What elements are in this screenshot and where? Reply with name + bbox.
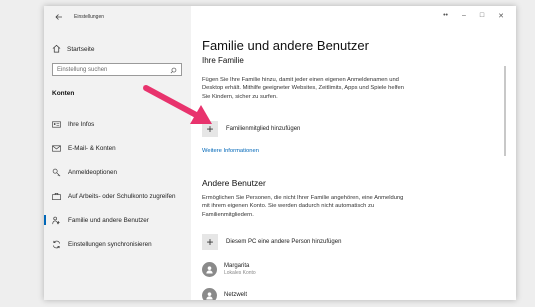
pin-icon[interactable]: •• xyxy=(443,12,448,20)
title-bar: Einstellungen xyxy=(44,6,191,28)
add-other-person-button[interactable]: + Diesem PC eine andere Person hinzufüge… xyxy=(202,234,341,250)
nav-list: Ihre Infos E-Mail- & Konten Anmeldeoptio… xyxy=(44,112,175,256)
sidebar-item-label: Ihre Infos xyxy=(68,120,95,128)
sidebar-home-label: Startseite xyxy=(67,46,95,53)
other-users-description: Ermöglichen Sie Personen, die nicht Ihre… xyxy=(202,195,404,218)
sidebar-item-label: Auf Arbeits- oder Schulkonto zugreifen xyxy=(68,192,176,200)
plus-icon: + xyxy=(202,234,218,250)
sidebar-item-label: Anmeldeoptionen xyxy=(68,168,118,176)
minimize-button[interactable]: – xyxy=(462,12,466,20)
user-item[interactable]: Netzwelt xyxy=(202,288,247,300)
search-placeholder: Einstellung suchen xyxy=(57,66,108,73)
user-name: Netzwelt xyxy=(224,292,248,298)
sidebar-item-email[interactable]: E-Mail- & Konten xyxy=(52,136,175,160)
sidebar-item-work-account[interactable]: Auf Arbeits- oder Schulkonto zugreifen xyxy=(52,184,175,208)
user-item[interactable]: Margarita Lokales Konto xyxy=(202,262,256,277)
user-name: Margarita xyxy=(224,262,250,269)
sidebar-item-signin-options[interactable]: Anmeldeoptionen xyxy=(52,160,175,184)
window-title: Einstellungen xyxy=(74,14,105,20)
briefcase-icon xyxy=(52,192,61,201)
sidebar-item-label: Familie und andere Benutzer xyxy=(68,216,149,224)
family-icon xyxy=(52,216,61,225)
avatar xyxy=(202,288,217,300)
key-icon xyxy=(52,168,61,177)
sync-icon xyxy=(52,240,61,249)
sidebar-item-home[interactable]: Startseite xyxy=(52,44,94,55)
main-content: •• – □ ✕ Familie und andere Benutzer Ihr… xyxy=(191,6,516,300)
sidebar-item-family[interactable]: Familie und andere Benutzer xyxy=(44,208,175,232)
page-title: Familie und andere Benutzer xyxy=(202,38,369,53)
other-users-heading: Andere Benutzer xyxy=(202,178,266,188)
settings-window: Einstellungen Startseite Einstellung suc… xyxy=(44,6,516,300)
home-icon xyxy=(52,44,61,55)
person-card-icon xyxy=(52,120,61,129)
add-family-member-label: Familienmitglied hinzufügen xyxy=(226,126,301,132)
sidebar-item-your-info[interactable]: Ihre Infos xyxy=(52,112,175,136)
avatar xyxy=(202,262,217,277)
scrollbar[interactable] xyxy=(504,66,506,156)
section-heading: Konten xyxy=(52,90,75,97)
family-description: Fügen Sie Ihre Familie hinzu, damit jede… xyxy=(202,77,404,100)
plus-icon: + xyxy=(202,121,218,137)
maximize-button[interactable]: □ xyxy=(480,12,484,20)
close-button[interactable]: ✕ xyxy=(498,12,504,20)
sidebar: Einstellungen Startseite Einstellung suc… xyxy=(44,6,191,300)
mail-icon xyxy=(52,144,61,153)
sidebar-item-sync[interactable]: Einstellungen synchronisieren xyxy=(52,232,175,256)
add-family-member-button[interactable]: + Familienmitglied hinzufügen xyxy=(202,121,300,137)
family-heading: Ihre Familie xyxy=(202,56,244,65)
more-info-link[interactable]: Weitere Informationen xyxy=(202,148,259,154)
search-input[interactable]: Einstellung suchen xyxy=(52,63,182,76)
sidebar-item-label: Einstellungen synchronisieren xyxy=(68,240,152,248)
sidebar-item-label: E-Mail- & Konten xyxy=(68,144,116,152)
add-other-person-label: Diesem PC eine andere Person hinzufügen xyxy=(226,239,342,245)
search-icon xyxy=(170,61,177,79)
user-account-type: Lokales Konto xyxy=(224,269,256,276)
window-controls: •• – □ ✕ xyxy=(443,12,504,20)
back-arrow-icon[interactable] xyxy=(54,12,64,22)
